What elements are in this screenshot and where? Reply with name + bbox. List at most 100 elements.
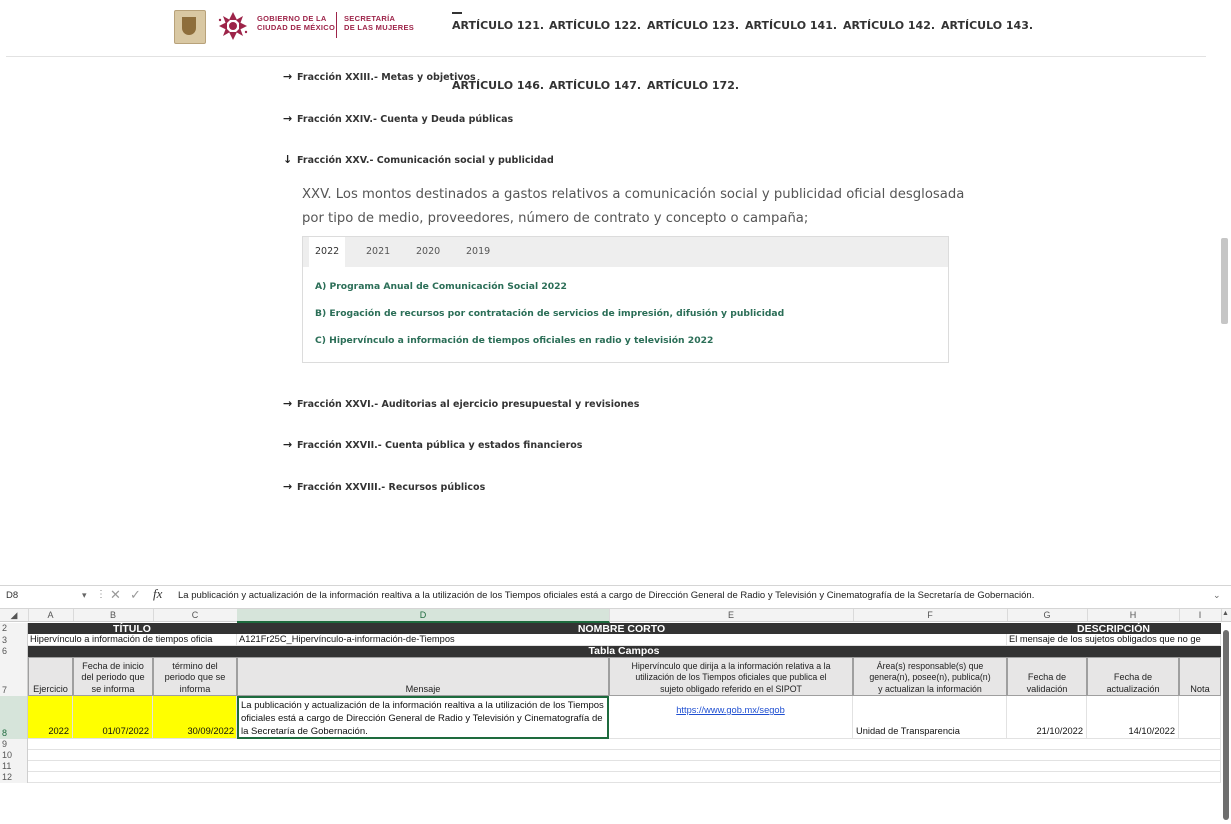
gobierno-logo-text: GOBIERNO DE LA CIUDAD DE MÉXICO	[257, 14, 336, 32]
cell-tabla-campos[interactable]: Tabla Campos	[28, 646, 1221, 657]
empty-row[interactable]	[28, 750, 1221, 761]
cell-d3[interactable]: A121Fr25C_Hipervínculo-a-información-de-…	[237, 634, 1007, 646]
nav-articulo-141[interactable]: ARTÍCULO 141.	[745, 19, 837, 32]
row-header-11[interactable]: 11	[0, 761, 28, 772]
cell-titulo[interactable]: TÍTULO	[28, 623, 237, 634]
tab-2020[interactable]: 2020	[416, 246, 440, 257]
arrow-right-icon: →	[283, 480, 293, 493]
name-box[interactable]: D8	[6, 590, 18, 601]
cell-b8-fecha-inicio[interactable]: 01/07/2022	[73, 696, 153, 739]
fraccion-xxv[interactable]: ↓ Fracción XXV.- Comunicación social y pu…	[283, 153, 554, 166]
cell-d8-mensaje[interactable]: La publicación y actualización de la inf…	[237, 696, 609, 739]
cdmx-shield-logo[interactable]	[174, 10, 206, 44]
empty-row[interactable]	[28, 772, 1221, 783]
row-header-8[interactable]: 8	[0, 696, 28, 739]
cell-descripcion[interactable]: DESCRIPCIÓN	[1007, 623, 1221, 634]
fraccion-label: Fracción XXVI.- Auditorias al ejercicio …	[297, 399, 640, 410]
header-fecha-actualizacion[interactable]: Fecha de actualización	[1087, 657, 1179, 696]
header-fecha-validacion[interactable]: Fecha de validación	[1007, 657, 1087, 696]
sipot-link[interactable]: https://www.gob.mx/segob	[676, 705, 785, 715]
header-mensaje[interactable]: Mensaje	[237, 657, 609, 696]
cell-a8-ejercicio[interactable]: 2022	[28, 696, 73, 739]
row-header-10[interactable]: 10	[0, 750, 28, 761]
row-header-2[interactable]: 2	[0, 623, 28, 634]
cell-c8-fecha-termino[interactable]: 30/09/2022	[153, 696, 237, 739]
fraccion-xxiv[interactable]: → Fracción XXIV.- Cuenta y Deuda públicas	[283, 112, 513, 125]
header-text: Fecha de actualización	[1106, 672, 1160, 694]
column-header-g[interactable]: G	[1007, 609, 1088, 621]
empty-row[interactable]	[28, 761, 1221, 772]
cell-nombre-corto[interactable]: NOMBRE CORTO	[237, 623, 1007, 634]
excel-window: D8 ▾ ⋮ ✕ ✓ fx La publicación y actualiza…	[0, 585, 1231, 824]
header-nota[interactable]: Nota	[1179, 657, 1221, 696]
select-all-corner[interactable]: ◢	[0, 609, 29, 621]
more-options-icon[interactable]: ⋮	[96, 589, 106, 600]
row-header-3[interactable]: 3	[0, 634, 28, 646]
header-areas-responsables[interactable]: Área(s) responsable(s) que genera(n), po…	[853, 657, 1007, 696]
site-header: GOBIERNO DE LA CIUDAD DE MÉXICO SECRETAR…	[0, 0, 1231, 56]
link-programa-anual[interactable]: A) Programa Anual de Comunicación Social…	[315, 281, 567, 292]
fraccion-xxvii[interactable]: → Fracción XXVII.- Cuenta pública y estad…	[283, 438, 582, 451]
cell-h8-fecha-actualizacion[interactable]: 14/10/2022	[1087, 696, 1179, 739]
tab-2022[interactable]: 2022	[309, 237, 346, 267]
fraccion-xxvi[interactable]: → Fracción XXVI.- Auditorias al ejercicio…	[283, 397, 639, 410]
cell-g8-fecha-validacion[interactable]: 21/10/2022	[1007, 696, 1087, 739]
column-header-f[interactable]: F	[853, 609, 1008, 621]
header-fecha-inicio[interactable]: Fecha de inicio del periodo que se infor…	[73, 657, 153, 696]
column-header-i[interactable]: I	[1179, 609, 1222, 621]
header-text: Nota	[1190, 683, 1210, 694]
tab-2019[interactable]: 2019	[466, 246, 490, 257]
nav-articulo-121[interactable]: ARTÍCULO 121.	[452, 19, 544, 32]
cell-e8-hipervinculo[interactable]: https://www.gob.mx/segob	[609, 696, 853, 739]
cell-g3[interactable]: El mensaje de los sujetos obligados que …	[1007, 634, 1221, 646]
page-scrollbar-thumb[interactable]	[1221, 238, 1228, 324]
cell-i8-nota[interactable]	[1179, 696, 1221, 739]
fraccion-label: Fracción XXIII.- Metas y objetivos	[297, 72, 476, 83]
arrow-right-icon: →	[283, 112, 293, 125]
column-header-a[interactable]: A	[28, 609, 74, 621]
tab-2021[interactable]: 2021	[366, 246, 390, 257]
cdmx-flower-logo[interactable]	[216, 10, 250, 42]
row-header-12[interactable]: 12	[0, 772, 28, 783]
fraccion-label: Fracción XXVIII.- Recursos públicos	[297, 482, 486, 493]
year-tabs-panel: 2022 2021 2020 2019 A) Programa Anual de…	[302, 236, 949, 363]
nav-articulo-172[interactable]: ARTÍCULO 172.	[647, 79, 739, 92]
header-text: Ejercicio	[33, 683, 68, 694]
row-header-6[interactable]: 6	[0, 646, 28, 657]
expand-formula-icon[interactable]: ⌄	[1213, 590, 1221, 601]
confirm-check-icon[interactable]: ✓	[130, 587, 141, 603]
nav-articulo-123[interactable]: ARTÍCULO 123.	[647, 19, 739, 32]
fraccion-xxiii[interactable]: → Fracción XXIII.- Metas y objetivos	[283, 70, 476, 83]
fraccion-label: Fracción XXV.- Comunicación social y pub…	[297, 155, 554, 166]
column-header-c[interactable]: C	[153, 609, 238, 621]
fraccion-xxviii[interactable]: → Fracción XXVIII.- Recursos públicos	[283, 480, 485, 493]
header-ejercicio[interactable]: Ejercicio	[28, 657, 73, 696]
nav-articulo-143[interactable]: ARTÍCULO 143.	[941, 19, 1033, 32]
sheet-scrollbar-thumb[interactable]	[1223, 630, 1229, 820]
scroll-up-icon[interactable]: ▲	[1222, 610, 1229, 617]
active-nav-indicator	[452, 12, 462, 14]
column-header-d[interactable]: D	[237, 609, 610, 623]
arrow-down-icon: ↓	[283, 153, 293, 166]
nav-articulo-142[interactable]: ARTÍCULO 142.	[843, 19, 935, 32]
empty-row[interactable]	[28, 739, 1221, 750]
row-header-9[interactable]: 9	[0, 739, 28, 750]
formula-input[interactable]: La publicación y actualización de la inf…	[178, 590, 1208, 601]
column-header-h[interactable]: H	[1087, 609, 1180, 621]
chevron-down-icon[interactable]: ▾	[82, 590, 87, 601]
cancel-icon[interactable]: ✕	[110, 587, 121, 603]
header-termino-periodo[interactable]: término del periodo que se informa	[153, 657, 237, 696]
cell-a3[interactable]: Hipervínculo a información de tiempos of…	[28, 634, 237, 646]
fraccion-label: Fracción XXIV.- Cuenta y Deuda públicas	[297, 114, 514, 125]
column-header-e[interactable]: E	[609, 609, 854, 621]
header-hipervinculo[interactable]: Hipervínculo que dirija a la información…	[609, 657, 853, 696]
nav-articulo-122[interactable]: ARTÍCULO 122.	[549, 19, 641, 32]
arrow-right-icon: →	[283, 438, 293, 451]
link-tiempos-oficiales[interactable]: C) Hipervínculo a información de tiempos…	[315, 335, 713, 346]
insert-function-icon[interactable]: fx	[153, 586, 162, 602]
nav-articulo-147[interactable]: ARTÍCULO 147.	[549, 79, 641, 92]
cell-f8-area[interactable]: Unidad de Transparencia	[853, 696, 1007, 739]
link-erogacion-recursos[interactable]: B) Erogación de recursos por contratació…	[315, 308, 784, 319]
column-header-b[interactable]: B	[73, 609, 154, 621]
row-header-7[interactable]: 7	[0, 657, 28, 696]
